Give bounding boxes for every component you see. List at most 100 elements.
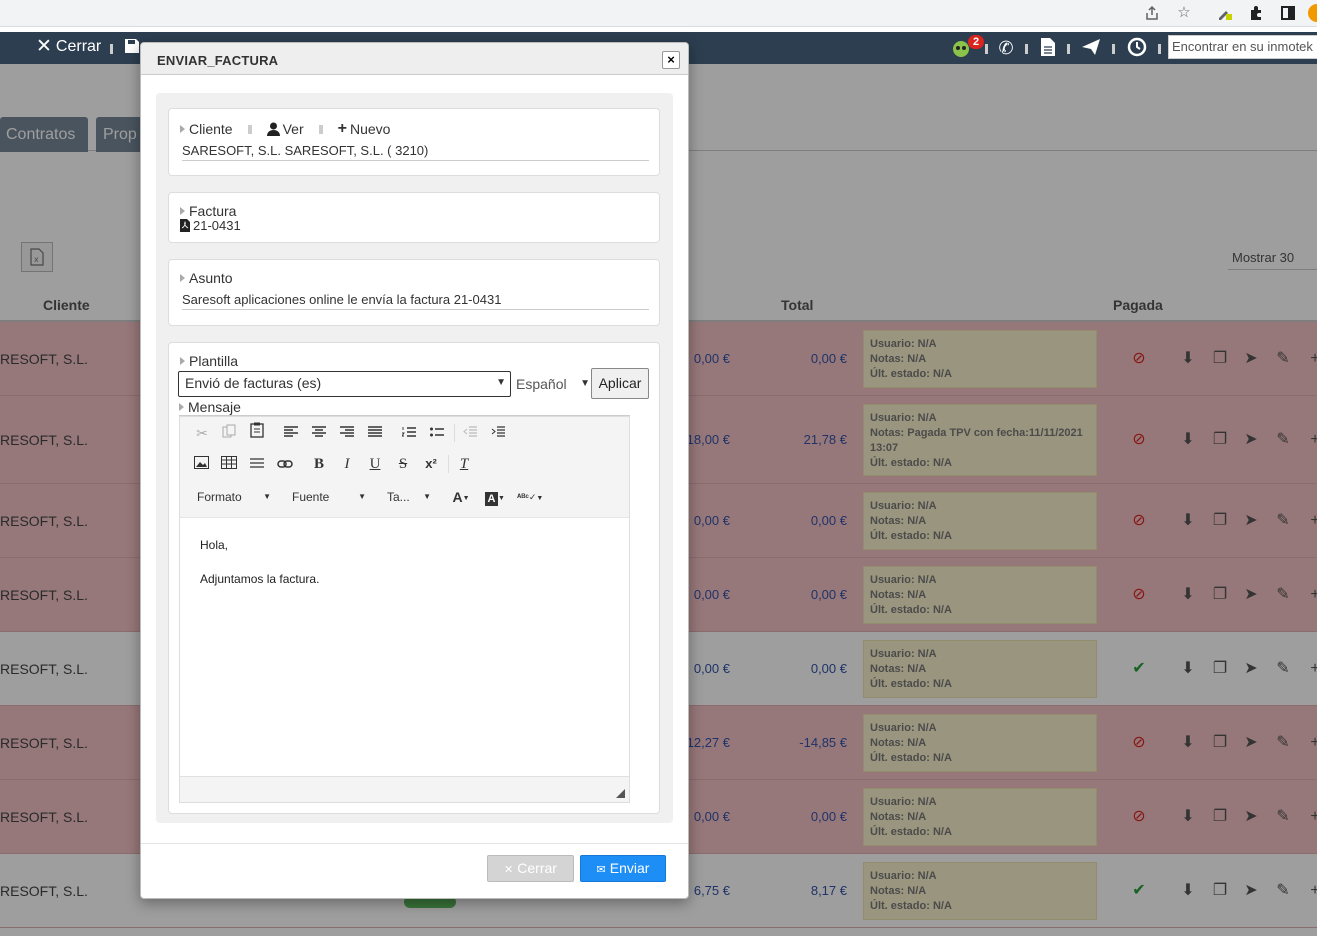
bullet-list-icon[interactable] — [426, 422, 448, 444]
dialog-title: ENVIAR_FACTURA — [157, 53, 279, 68]
editor-status-bar — [180, 776, 629, 802]
profile-avatar[interactable] — [1308, 4, 1317, 22]
message-line: Adjuntamos la factura. — [200, 572, 320, 586]
cliente-fieldset: Cliente Ver + Nuevo SARESOFT, S.L. SARES… — [168, 108, 660, 176]
enviar-factura-dialog: ENVIAR_FACTURA × Cliente Ver + Nuevo SAR… — [140, 42, 689, 899]
resize-handle-icon[interactable] — [616, 789, 625, 798]
nav-separator — [985, 44, 988, 54]
side-panel-icon[interactable] — [1280, 5, 1296, 21]
editor-content-area[interactable]: Hola, Adjuntamos la factura. — [180, 518, 629, 776]
nuevo-cliente-link[interactable]: + Nuevo — [338, 120, 391, 138]
plus-icon: + — [337, 120, 347, 137]
message-line: Hola, — [200, 538, 229, 552]
clock-icon[interactable] — [1126, 37, 1148, 59]
notification-badge: 2 — [968, 35, 984, 49]
enviar-button[interactable]: ✉ Enviar — [580, 855, 666, 882]
nav-separator — [110, 44, 113, 54]
nav-close-label: Cerrar — [55, 38, 102, 55]
chevron-down-icon: ▼ — [496, 377, 506, 388]
cliente-label: Cliente — [189, 121, 233, 137]
link-icon[interactable] — [274, 453, 296, 475]
spellcheck-icon[interactable]: ᴬᴮᶜ✓▼ — [517, 486, 543, 508]
plantilla-legend: Plantilla — [180, 353, 238, 369]
factura-number: 21-0431 — [193, 218, 241, 233]
formato-dropdown[interactable]: Formato ▼ — [197, 487, 271, 507]
close-icon: ✕ — [504, 864, 514, 876]
dialog-header: ENVIAR_FACTURA × — [141, 43, 688, 75]
nav-close-button[interactable]: ✕ Cerrar — [36, 36, 102, 57]
pdf-file-icon — [180, 219, 190, 232]
nuevo-label: Nuevo — [349, 121, 391, 137]
idioma-select[interactable]: Español ▼ — [516, 373, 592, 395]
chevron-down-icon: ▼ — [580, 378, 590, 389]
cut-icon[interactable]: ✂ — [191, 422, 213, 444]
superscript-icon[interactable]: x² — [420, 453, 442, 475]
phone-call-icon[interactable]: ✆ — [995, 37, 1017, 59]
toolbar-separator — [454, 424, 455, 442]
background-color-icon[interactable]: A ▼ — [482, 486, 508, 508]
enviar-label: Enviar — [609, 860, 650, 876]
factura-fieldset: Factura 21-0431 — [168, 192, 660, 243]
search-placeholder: Encontrar en su inmotek — [1172, 39, 1313, 54]
aplicar-button[interactable]: Aplicar — [591, 368, 649, 399]
outdent-icon[interactable] — [459, 422, 481, 444]
horizontal-rule-icon[interactable] — [246, 453, 268, 475]
plantilla-select[interactable]: Envió de facturas (es) ▼ — [178, 371, 511, 397]
extensions-puzzle-icon[interactable] — [1248, 5, 1264, 21]
editor-toolbar: ✂ B I U S x² T Formato ▼ Fuente ▼ Ta... … — [180, 417, 629, 518]
factura-legend: Factura — [180, 203, 236, 219]
dialog-close-button[interactable]: × — [662, 51, 680, 69]
strikethrough-icon[interactable]: S — [392, 453, 414, 475]
extension-dropper-icon[interactable] — [1216, 5, 1232, 21]
envelope-icon: ✉ — [596, 864, 606, 876]
factura-label: Factura — [189, 203, 237, 219]
align-right-icon[interactable] — [336, 422, 358, 444]
underline-icon[interactable]: U — [364, 453, 386, 475]
asunto-legend: Asunto — [180, 270, 233, 286]
fuente-dropdown[interactable]: Fuente ▼ — [292, 487, 366, 507]
cerrar-button[interactable]: ✕ Cerrar — [487, 855, 574, 882]
close-icon: ✕ — [36, 36, 52, 57]
idioma-selected: Español — [516, 376, 567, 392]
dialog-body: Cliente Ver + Nuevo SARESOFT, S.L. SARES… — [156, 93, 673, 823]
cliente-input[interactable]: SARESOFT, S.L. SARESOFT, S.L. ( 3210) — [182, 143, 649, 161]
align-center-icon[interactable] — [308, 422, 330, 444]
separator — [247, 124, 252, 134]
search-input[interactable]: Encontrar en su inmotek — [1168, 35, 1317, 59]
factura-value-row[interactable]: 21-0431 — [180, 218, 241, 233]
asunto-label: Asunto — [189, 270, 233, 286]
tamano-dropdown[interactable]: Ta... ▼ — [387, 487, 431, 507]
rich-text-editor: ✂ B I U S x² T Formato ▼ Fuente ▼ Ta... … — [179, 416, 630, 803]
cliente-legend: Cliente Ver + Nuevo — [180, 120, 390, 138]
align-justify-icon[interactable] — [364, 422, 386, 444]
bold-icon[interactable]: B — [308, 453, 330, 475]
table-icon[interactable] — [218, 453, 240, 475]
send-plane-icon[interactable] — [1080, 37, 1102, 59]
indent-icon[interactable] — [487, 422, 509, 444]
document-icon[interactable] — [1037, 37, 1059, 59]
asunto-input[interactable]: Saresoft aplicaciones online le envía la… — [182, 292, 649, 310]
separator — [318, 124, 323, 134]
chevron-down-icon: ▼ — [423, 492, 431, 501]
nav-separator — [1112, 44, 1115, 54]
remove-format-icon[interactable]: T — [453, 453, 475, 475]
text-color-icon[interactable]: A▼ — [448, 486, 474, 508]
collapse-triangle-icon — [180, 125, 185, 133]
bookmark-star-icon[interactable]: ☆ — [1176, 5, 1192, 21]
align-left-icon[interactable] — [280, 422, 302, 444]
collapse-triangle-icon — [180, 274, 185, 282]
fuente-label: Fuente — [292, 490, 330, 504]
italic-icon[interactable]: I — [336, 453, 358, 475]
numbered-list-icon[interactable] — [398, 422, 420, 444]
image-icon[interactable] — [190, 453, 212, 475]
cerrar-label: Cerrar — [517, 860, 557, 876]
plantilla-fieldset: Plantilla Envió de facturas (es) ▼ Españ… — [168, 342, 660, 814]
toolbar-separator — [448, 455, 449, 473]
mensaje-label: Mensaje — [188, 399, 241, 415]
share-icon[interactable] — [1144, 5, 1160, 21]
copy-icon[interactable] — [218, 422, 240, 444]
ver-cliente-link[interactable]: Ver — [266, 121, 304, 137]
user-icon — [266, 122, 280, 136]
chevron-down-icon: ▼ — [263, 492, 271, 501]
paste-icon[interactable] — [246, 422, 268, 444]
